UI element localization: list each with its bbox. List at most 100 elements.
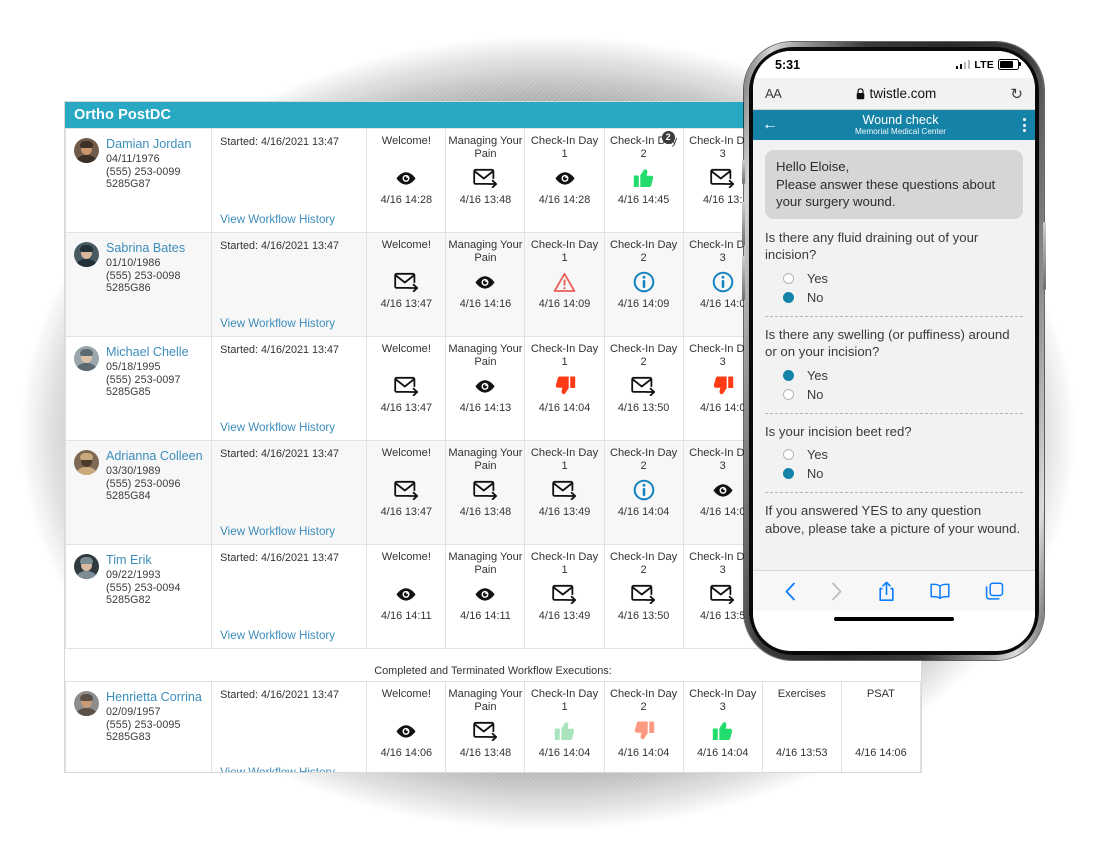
patient-cell[interactable]: Sabrina Bates 01/10/1986 (555) 253-0098 528… xyxy=(65,232,213,337)
volume-down-button[interactable] xyxy=(742,256,745,300)
view-workflow-history-link[interactable]: View Workflow History xyxy=(220,629,335,642)
envelope-arrow-icon xyxy=(394,376,418,396)
started-cell: Started: 4/16/2021 13:47 View Workflow Hi… xyxy=(211,544,368,649)
workflow-step-cell[interactable]: Managing Your Pain 4/16 13:48 xyxy=(445,681,526,772)
eye-icon xyxy=(475,275,495,289)
step-timestamp: 4/16 14:28 xyxy=(538,194,591,206)
step-status-icon xyxy=(607,579,681,609)
patient-cell[interactable]: Michael Chelle 05/18/1995 (555) 253-0097 52… xyxy=(65,336,213,441)
patient-cell[interactable]: Adrianna Colleen 03/30/1989 (555) 253-0096… xyxy=(65,440,213,545)
radio-button[interactable] xyxy=(783,369,794,381)
step-status-icon xyxy=(448,475,522,505)
patient-name[interactable]: Damian Jordan xyxy=(106,137,191,152)
workflow-step-cell[interactable]: Managing Your Pain 4/16 13:48 xyxy=(445,128,526,233)
workflow-step-cell[interactable]: Check-In Day 1 4/16 13:49 xyxy=(524,440,605,545)
started-cell: Started: 4/16/2021 13:47 View Workflow Hi… xyxy=(211,440,368,545)
power-button[interactable] xyxy=(1043,222,1046,290)
radio-option[interactable]: No xyxy=(765,464,1023,483)
eye-icon xyxy=(475,587,495,601)
workflow-step-cell[interactable]: Check-In Day 2 4/16 14:04 xyxy=(603,681,684,772)
patient-dob: 04/11/1976 xyxy=(106,153,160,165)
view-workflow-history-link[interactable]: View Workflow History xyxy=(220,213,335,226)
greeting-bubble: Hello Eloise, Please answer these questio… xyxy=(765,150,1023,219)
patient-name[interactable]: Henrietta Corrina xyxy=(106,690,202,705)
step-title: Welcome! xyxy=(381,447,431,459)
workflow-step-cell[interactable]: Welcome! 4/16 14:11 xyxy=(366,544,447,649)
view-workflow-history-link[interactable]: View Workflow History xyxy=(220,766,335,772)
back-arrow-icon[interactable]: ← xyxy=(762,117,778,133)
workflow-step-cell[interactable]: Check-In Day 3 4/16 14:04 xyxy=(682,681,763,772)
radio-option[interactable]: Yes xyxy=(765,366,1023,385)
view-workflow-history-link[interactable]: View Workflow History xyxy=(220,317,335,330)
workflow-step-cell[interactable]: Check-In Day 1 4/16 13:49 xyxy=(524,544,605,649)
workflow-step-cell[interactable]: Welcome! 4/16 13:47 xyxy=(366,232,447,337)
workflow-step-cell[interactable]: Exercises 4/16 13:53 xyxy=(761,681,842,772)
step-timestamp: 4/16 14:04 xyxy=(696,747,749,759)
step-title: Welcome! xyxy=(381,688,431,700)
silence-switch[interactable] xyxy=(742,160,745,184)
step-status-icon xyxy=(607,267,681,297)
radio-button[interactable] xyxy=(783,468,794,479)
safari-url-bar[interactable]: AA twistle.com ↻ xyxy=(753,78,1035,110)
workflow-step-cell[interactable]: Managing Your Pain 4/16 14:16 xyxy=(445,232,526,337)
workflow-step-cell[interactable]: PSAT 4/16 14:06 xyxy=(840,681,921,772)
browser-back-icon[interactable] xyxy=(784,582,796,601)
step-title: Welcome! xyxy=(381,135,431,147)
radio-option[interactable]: Yes xyxy=(765,445,1023,464)
workflow-step-cell[interactable]: Check-In Day 2 4/16 14:09 xyxy=(603,232,684,337)
workflow-step-cell[interactable]: Check-In Day 1 4/16 14:04 xyxy=(524,681,605,772)
workflow-step-cell[interactable]: Welcome! 4/16 14:06 xyxy=(366,681,447,772)
workflow-step-cell[interactable]: Check-In Day 2 4/16 13:50 xyxy=(603,544,684,649)
patient-cell[interactable]: Tim Erik 09/22/1993 (555) 253-0094 5285G82 xyxy=(65,544,213,649)
step-status-icon xyxy=(448,371,522,401)
envelope-arrow-icon xyxy=(710,584,735,604)
patient-name[interactable]: Sabrina Bates xyxy=(106,241,185,256)
reload-icon[interactable]: ↻ xyxy=(1010,85,1023,103)
started-cell: Started: 4/16/2021 13:47 View Workflow Hi… xyxy=(211,336,368,441)
radio-button[interactable] xyxy=(783,291,794,303)
radio-button[interactable] xyxy=(783,388,794,400)
view-workflow-history-link[interactable]: View Workflow History xyxy=(220,525,335,538)
workflow-step-cell[interactable]: Welcome! 4/16 14:28 xyxy=(366,128,447,233)
workflow-step-cell[interactable]: Managing Your Pain 4/16 14:11 xyxy=(445,544,526,649)
bookmarks-icon[interactable] xyxy=(930,583,950,599)
share-icon[interactable] xyxy=(878,581,895,602)
step-status-icon xyxy=(607,163,681,193)
url-display[interactable]: twistle.com xyxy=(781,86,1010,101)
volume-up-button[interactable] xyxy=(742,202,745,246)
eye-icon xyxy=(713,483,733,497)
kebab-menu-icon[interactable] xyxy=(1023,118,1026,132)
view-workflow-history-link[interactable]: View Workflow History xyxy=(220,421,335,434)
workflow-step-cell[interactable]: Managing Your Pain 4/16 14:13 xyxy=(445,336,526,441)
thumbs-up-faded-icon xyxy=(554,722,574,740)
thumbs-down-icon xyxy=(555,376,575,395)
patient-name[interactable]: Michael Chelle xyxy=(106,345,189,360)
patient-name[interactable]: Adrianna Colleen xyxy=(106,449,203,464)
radio-button[interactable] xyxy=(783,449,794,460)
tabs-icon[interactable] xyxy=(985,581,1004,601)
patient-cell[interactable]: Henrietta Corrina 02/09/1957 (555) 253-009… xyxy=(65,681,213,772)
radio-option[interactable]: No xyxy=(765,288,1023,307)
workflow-step-cell[interactable]: Check-In Day 2 4/16 14:04 xyxy=(603,440,684,545)
workflow-step-cell[interactable]: Check-In Day 2 4/16 13:50 xyxy=(603,336,684,441)
workflow-step-cell[interactable]: Check-In Day 1 4/16 14:09 xyxy=(524,232,605,337)
patient-cell[interactable]: Damian Jordan 04/11/1976 (555) 253-0099 528… xyxy=(65,128,213,233)
workflow-step-cell[interactable]: Check-In Day 1 4/16 14:04 xyxy=(524,336,605,441)
step-title: Check-In Day 2 xyxy=(610,551,678,576)
browser-forward-icon[interactable] xyxy=(831,582,843,601)
step-status-icon xyxy=(448,267,522,297)
patient-name[interactable]: Tim Erik xyxy=(106,553,181,568)
workflow-step-cell[interactable]: Welcome! 4/16 13:47 xyxy=(366,336,447,441)
workflow-step-cell[interactable]: Check-In Day 1 4/16 14:28 xyxy=(524,128,605,233)
step-title: Managing Your Pain xyxy=(448,688,523,713)
warning-icon xyxy=(553,272,576,292)
radio-button[interactable] xyxy=(783,272,794,284)
radio-option[interactable]: No xyxy=(765,385,1023,404)
envelope-arrow-icon xyxy=(552,480,577,500)
text-size-icon[interactable]: AA xyxy=(765,86,782,101)
workflow-step-cell[interactable]: Managing Your Pain 4/16 13:48 xyxy=(445,440,526,545)
radio-option[interactable]: Yes xyxy=(765,269,1023,288)
patient-dob: 05/18/1995 xyxy=(106,361,161,373)
workflow-step-cell[interactable]: 2 Check-In Day 2 4/16 14:45 xyxy=(603,128,684,233)
workflow-step-cell[interactable]: Welcome! 4/16 13:47 xyxy=(366,440,447,545)
